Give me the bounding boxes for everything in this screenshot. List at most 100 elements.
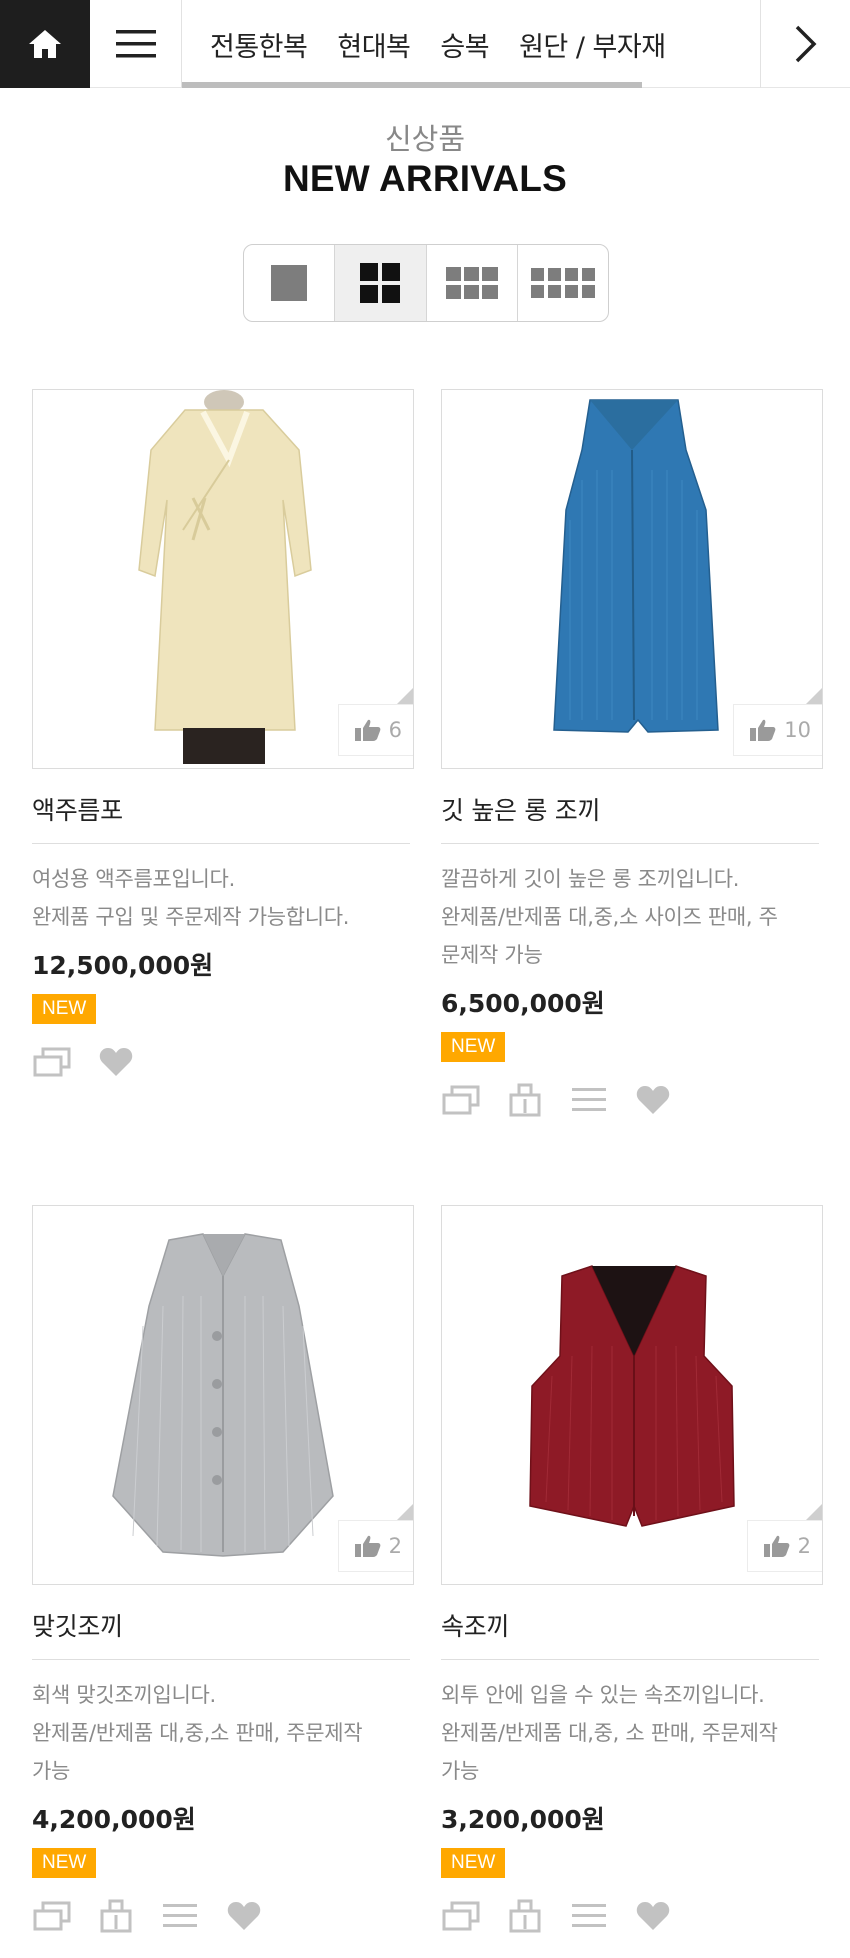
product-price: 4,200,000원	[32, 1805, 196, 1834]
cart-icon	[100, 1899, 132, 1933]
thumbs-up-icon	[354, 719, 381, 741]
chevron-right-icon	[795, 25, 816, 63]
product-description-line: 여성용 액주름포입니다.	[32, 867, 235, 891]
product-description-line: 완제품/반제품 대,중,소 판매, 주문제작	[32, 1721, 363, 1745]
like-button[interactable]: 2	[746, 1520, 822, 1572]
product-card: 10 깃 높은 롱 조끼 깔끔하게 깃이 높은 롱 조끼입니다. 완제품/반제품…	[441, 389, 823, 1118]
view-1-column-button[interactable]	[244, 245, 336, 321]
home-button[interactable]	[0, 0, 90, 88]
product-card: 6 액주름포 여성용 액주름포입니다. 완제품 구입 및 주문제작 가능합니다.…	[32, 389, 414, 1080]
list-icon	[572, 1088, 606, 1111]
single-square-icon	[271, 265, 308, 301]
like-count: 2	[388, 1534, 402, 1558]
add-to-cart-button[interactable]	[96, 1898, 136, 1934]
new-badge: NEW	[32, 994, 97, 1024]
add-to-cart-button[interactable]	[505, 1082, 545, 1118]
wishlist-button[interactable]	[224, 1898, 264, 1934]
product-description-line: 가능	[32, 1759, 71, 1783]
view-mode-switch	[243, 244, 609, 322]
cart-icon	[509, 1083, 541, 1117]
product-price: 6,500,000원	[441, 989, 605, 1018]
category-tab-modern[interactable]: 현대복	[337, 25, 411, 64]
product-description-line: 완제품 구입 및 주문제작 가능합니다.	[32, 905, 350, 929]
options-button[interactable]	[160, 1898, 200, 1934]
thumbs-up-icon	[763, 1535, 790, 1557]
home-icon	[29, 30, 61, 58]
product-price: 12,500,000원	[32, 951, 214, 980]
product-description-line: 문제작 가능	[441, 943, 543, 967]
like-count: 10	[784, 718, 811, 742]
like-button[interactable]: 6	[337, 704, 413, 756]
like-count: 6	[388, 718, 402, 742]
product-name[interactable]: 액주름포	[32, 791, 410, 844]
product-image-link[interactable]: 6	[32, 389, 414, 769]
menu-button[interactable]	[90, 0, 182, 88]
list-icon	[163, 1904, 197, 1927]
top-navigation: 전통한복 현대복 승복 원단 / 부자재	[0, 0, 850, 88]
product-card: 2 속조끼 외투 안에 입을 수 있는 속조끼입니다. 완제품/반제품 대,중,…	[441, 1205, 823, 1934]
compare-icon	[33, 1901, 71, 1931]
heart-icon	[636, 1086, 670, 1114]
grid-4x2-icon	[530, 268, 595, 298]
options-button[interactable]	[569, 1082, 609, 1118]
heart-icon	[99, 1048, 133, 1076]
product-name[interactable]: 맞깃조끼	[32, 1607, 410, 1660]
product-image-link[interactable]: 2	[441, 1205, 823, 1585]
options-button[interactable]	[569, 1898, 609, 1934]
heart-icon	[636, 1902, 670, 1930]
product-image-link[interactable]: 10	[441, 389, 823, 769]
compare-button[interactable]	[32, 1898, 72, 1934]
compare-icon	[442, 1901, 480, 1931]
compare-button[interactable]	[441, 1082, 481, 1118]
thumbs-up-icon	[354, 1535, 381, 1557]
add-to-cart-button[interactable]	[505, 1898, 545, 1934]
cart-icon	[509, 1899, 541, 1933]
product-description-line: 가능	[441, 1759, 480, 1783]
grid-3x2-icon	[445, 267, 498, 299]
view-4-column-button[interactable]	[518, 245, 608, 321]
product-description: 깔끔하게 깃이 높은 롱 조끼입니다. 완제품/반제품 대,중,소 사이즈 판매…	[441, 860, 823, 974]
product-actions	[32, 1044, 414, 1080]
product-card: 2 맞깃조끼 회색 맞깃조끼입니다. 완제품/반제품 대,중,소 판매, 주문제…	[32, 1205, 414, 1934]
product-description-line: 완제품/반제품 대,중, 소 판매, 주문제작	[441, 1721, 778, 1745]
view-3-column-button[interactable]	[427, 245, 518, 321]
category-tabs: 전통한복 현대복 승복 원단 / 부자재	[182, 0, 760, 88]
product-name[interactable]: 깃 높은 롱 조끼	[441, 791, 819, 844]
product-price: 3,200,000원	[441, 1805, 605, 1834]
compare-button[interactable]	[441, 1898, 481, 1934]
list-icon	[572, 1904, 606, 1927]
like-button[interactable]: 2	[337, 1520, 413, 1572]
product-image-link[interactable]: 2	[32, 1205, 414, 1585]
product-description-line: 외투 안에 입을 수 있는 속조끼입니다.	[441, 1683, 765, 1707]
product-actions	[441, 1082, 823, 1118]
wishlist-button[interactable]	[96, 1044, 136, 1080]
section-kicker: 신상품	[384, 122, 466, 156]
compare-icon	[33, 1047, 71, 1077]
next-category-button[interactable]	[760, 0, 850, 88]
like-button[interactable]: 10	[733, 704, 822, 756]
new-badge: NEW	[32, 1848, 97, 1878]
grid-2x2-icon	[360, 263, 401, 303]
product-description-line: 깔끔하게 깃이 높은 롱 조끼입니다.	[441, 867, 740, 891]
category-scrollbar[interactable]	[182, 82, 642, 88]
category-tab-traditional[interactable]: 전통한복	[210, 25, 308, 64]
hamburger-icon	[115, 30, 156, 58]
thumbs-up-icon	[750, 719, 776, 741]
category-tab-fabric[interactable]: 원단 / 부자재	[519, 25, 666, 64]
product-actions	[441, 1898, 823, 1934]
product-description: 여성용 액주름포입니다. 완제품 구입 및 주문제작 가능합니다.	[32, 860, 414, 936]
product-name[interactable]: 속조끼	[441, 1607, 819, 1660]
product-description: 회색 맞깃조끼입니다. 완제품/반제품 대,중,소 판매, 주문제작 가능	[32, 1676, 414, 1790]
section-title: NEW ARRIVALS	[282, 158, 567, 199]
product-description-line: 회색 맞깃조끼입니다.	[32, 1683, 216, 1707]
wishlist-button[interactable]	[633, 1898, 673, 1934]
view-2-column-button[interactable]	[335, 245, 427, 321]
compare-button[interactable]	[32, 1044, 72, 1080]
new-badge: NEW	[441, 1848, 506, 1878]
category-tab-monk[interactable]: 승복	[440, 25, 489, 64]
product-description-line: 완제품/반제품 대,중,소 사이즈 판매, 주	[441, 905, 778, 929]
heart-icon	[227, 1902, 261, 1930]
like-count: 2	[797, 1534, 811, 1558]
product-description: 외투 안에 입을 수 있는 속조끼입니다. 완제품/반제품 대,중, 소 판매,…	[441, 1676, 823, 1790]
wishlist-button[interactable]	[633, 1082, 673, 1118]
